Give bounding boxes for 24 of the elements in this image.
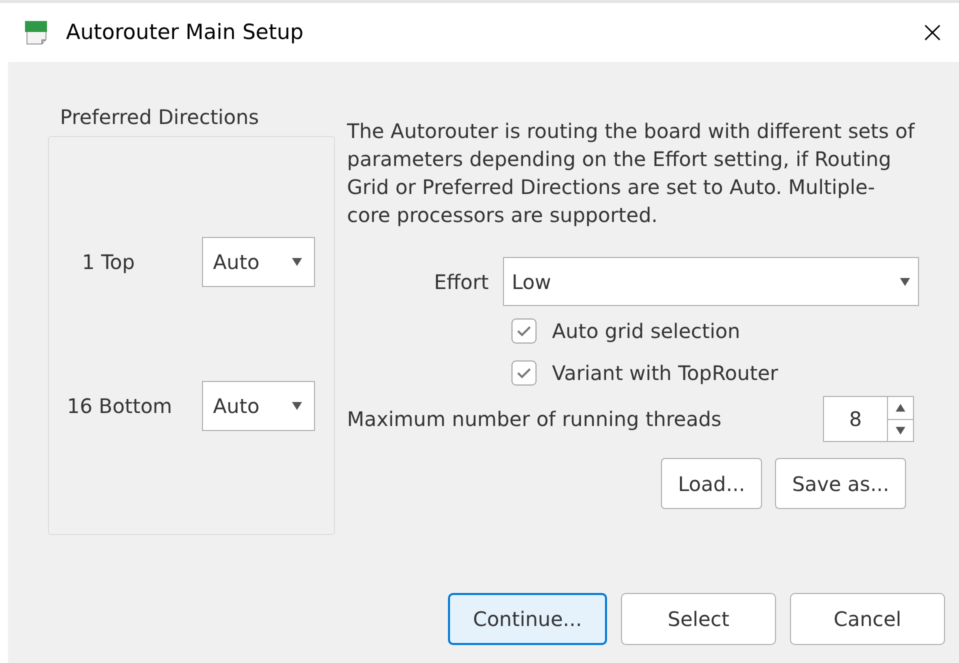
select-button[interactable]: Select [621,593,776,645]
checkbox-label: Variant with TopRouter [552,360,778,387]
checkbox[interactable] [511,360,537,386]
checkbox[interactable] [511,318,537,344]
threads-spinner[interactable]: 8 [823,396,914,442]
direction-dropdown[interactable]: Auto [202,381,315,431]
caret-icon [292,258,302,266]
group-title: Preferred Directions [59,104,260,131]
load-button[interactable]: Load... [661,458,762,509]
continue-button[interactable]: Continue... [448,593,607,645]
direction-dropdown[interactable]: Auto [202,237,315,287]
threads-label: Maximum number of running threads [347,406,722,433]
effort-dropdown[interactable]: Low [502,257,919,306]
save-as-button[interactable]: Save as... [775,458,906,509]
caret-icon [900,278,910,286]
cancel-button[interactable]: Cancel [790,593,945,645]
description-text: The Autorouter is routing the board with different sets of parameters depending on the Effort setting, if Routing Grid or Preferred Directions are set to Auto. Multiple-core processors are supported. [347,118,916,229]
caret-icon [292,402,302,410]
close-button[interactable]: × [920,18,945,48]
layer-label: 1 Top [81,249,136,276]
checkbox-label: Auto grid selection [552,318,740,345]
window-title: Autorouter Main Setup [66,18,304,46]
effort-label: Effort [434,268,489,296]
layer-label: 16 Bottom [66,393,174,420]
